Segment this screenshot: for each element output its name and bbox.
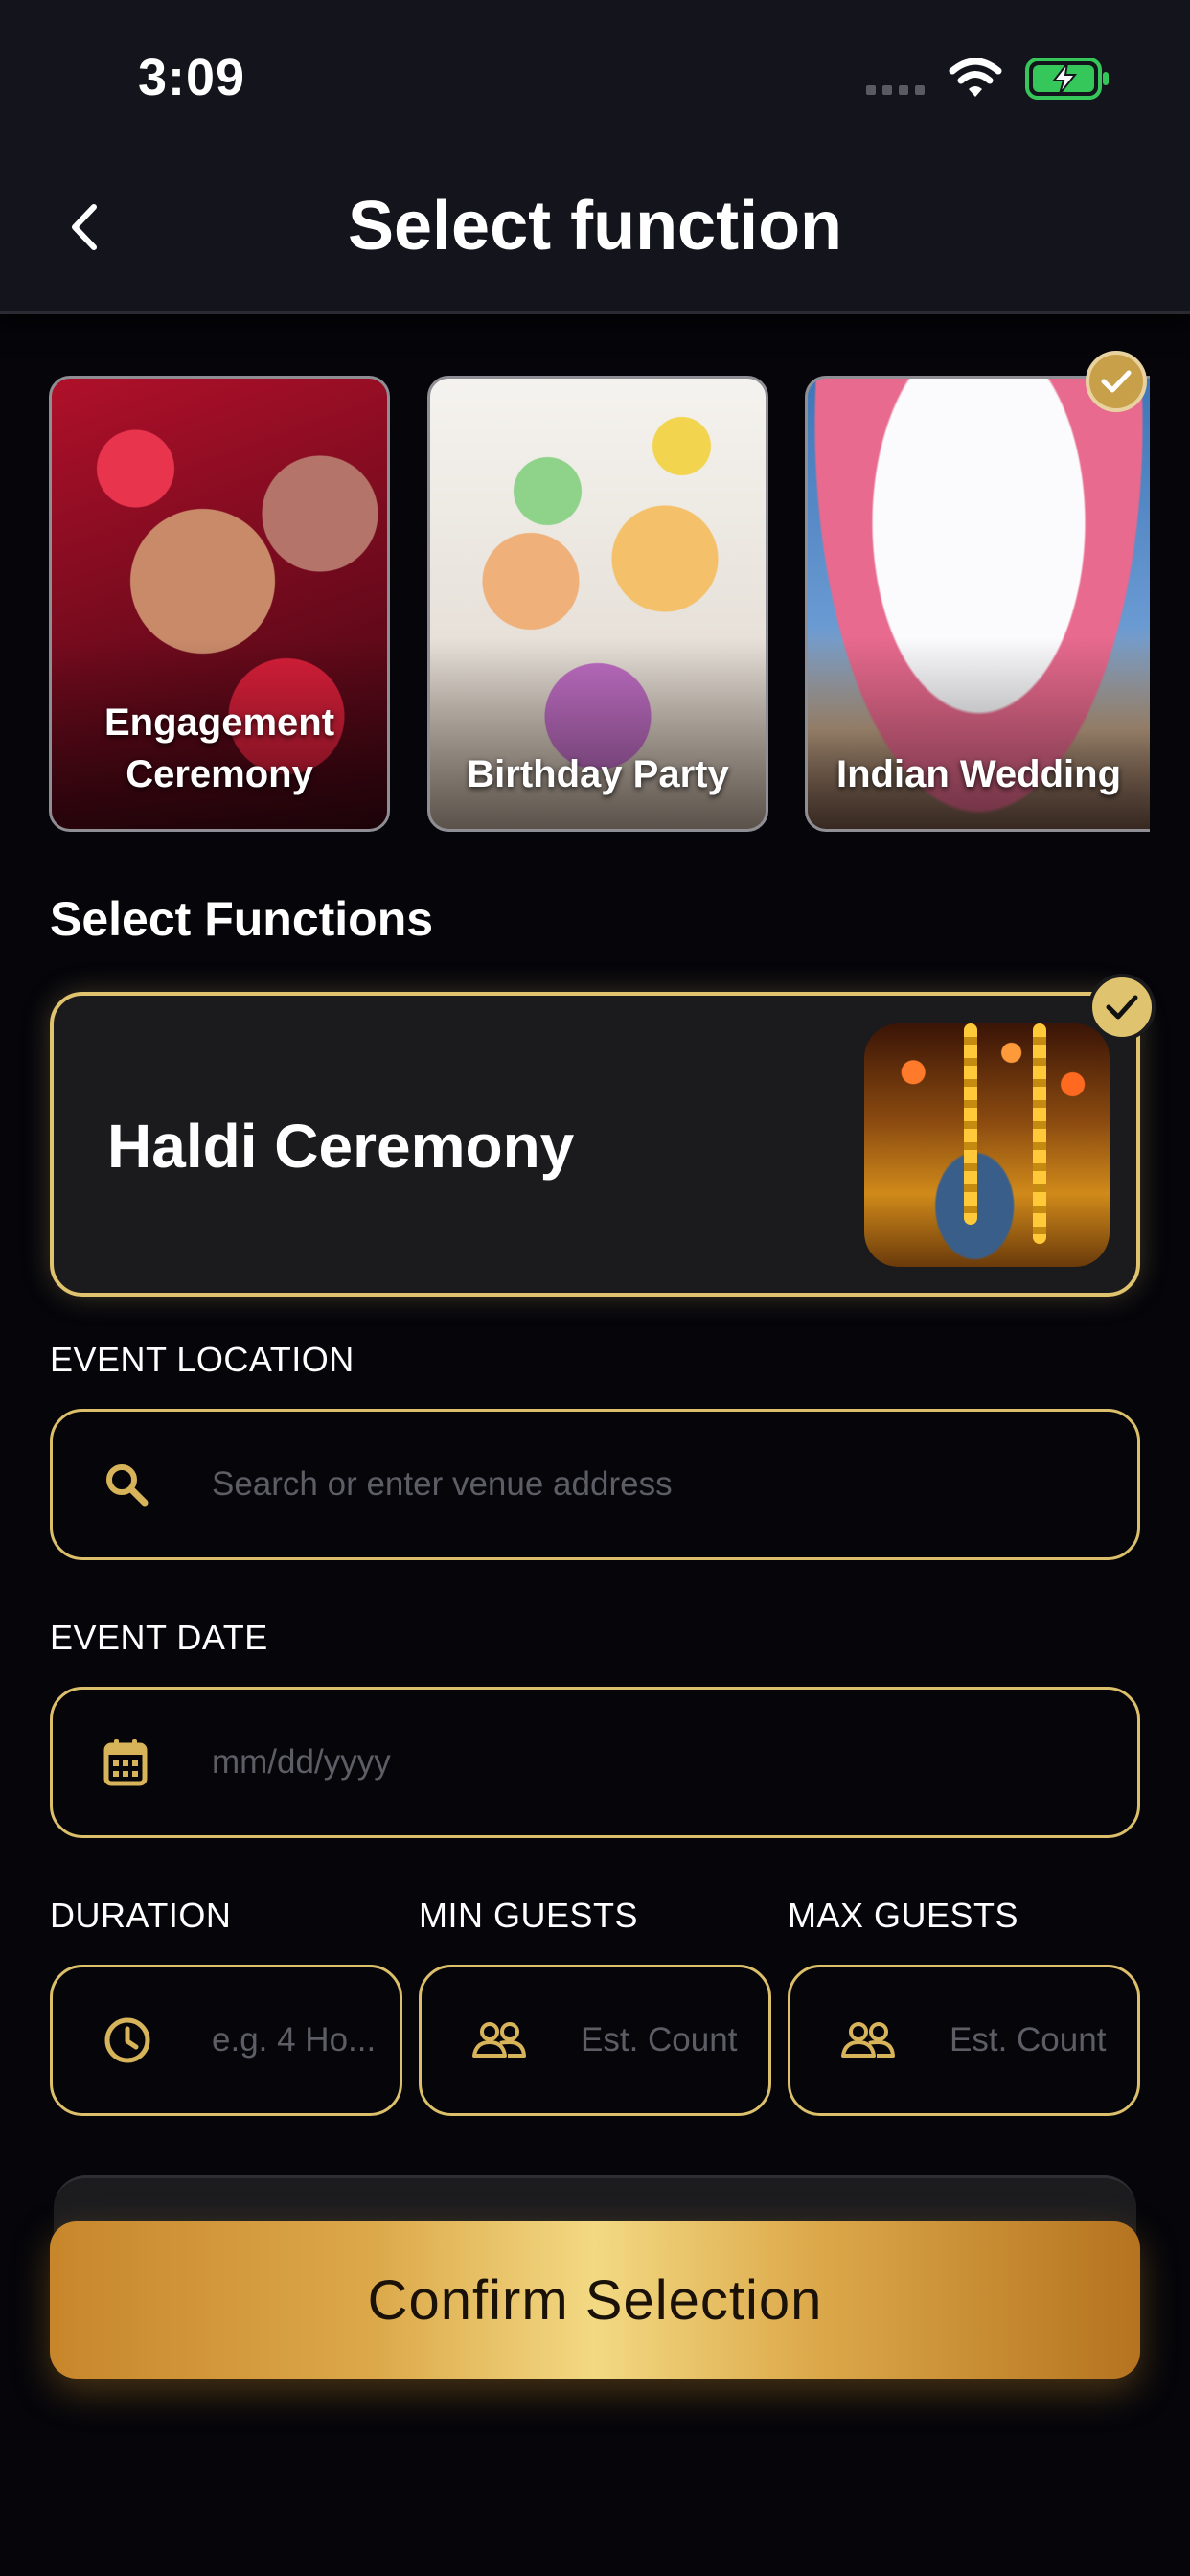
category-selected-check-icon <box>1086 351 1147 412</box>
function-thumbnail <box>864 1024 1110 1267</box>
min-guests-label: MIN GUESTS <box>419 1896 639 1935</box>
event-date-input[interactable]: mm/dd/yyyy <box>50 1687 1140 1838</box>
section-title: Select Functions <box>50 892 434 946</box>
category-carousel[interactable]: Engagement Ceremony Birthday Party India… <box>0 374 1190 834</box>
function-name: Haldi Ceremony <box>107 1112 575 1181</box>
duration-input[interactable]: e.g. 4 Ho... <box>50 1965 402 2116</box>
max-guests-label: MAX GUESTS <box>788 1896 1019 1935</box>
clock-icon <box>104 2017 150 2063</box>
category-card-engagement[interactable]: Engagement Ceremony <box>49 376 390 832</box>
max-guests-input[interactable]: Est. Count <box>788 1965 1140 2116</box>
event-location-label: EVENT LOCATION <box>50 1340 355 1379</box>
event-location-placeholder: Search or enter venue address <box>212 1465 673 1503</box>
max-guests-placeholder: Est. Count <box>950 2021 1107 2058</box>
confirm-selection-button[interactable]: Confirm Selection <box>50 2221 1140 2379</box>
card-overlay <box>808 637 1150 829</box>
duration-label: DURATION <box>50 1896 232 1935</box>
min-guests-input[interactable]: Est. Count <box>419 1965 771 2116</box>
search-icon <box>106 1464 149 1506</box>
calendar-icon <box>103 1739 148 1786</box>
event-date-placeholder: mm/dd/yyyy <box>212 1743 391 1781</box>
event-date-label: EVENT DATE <box>50 1618 268 1657</box>
category-label: Engagement Ceremony <box>103 702 335 795</box>
status-time: 3:09 <box>138 49 246 106</box>
duration-placeholder: e.g. 4 Ho... <box>212 2021 377 2058</box>
category-label: Indian Wedding <box>835 753 1121 795</box>
category-card-birthday[interactable]: Birthday Party <box>427 376 768 832</box>
battery-charging-icon <box>1025 58 1109 100</box>
people-icon <box>472 2022 526 2058</box>
function-card-selected[interactable]: Haldi Ceremony <box>50 992 1140 1297</box>
min-guests-placeholder: Est. Count <box>581 2021 738 2058</box>
category-card-wedding[interactable]: Indian Wedding <box>805 376 1150 832</box>
event-location-input[interactable]: Search or enter venue address <box>50 1409 1140 1560</box>
page-title: Select function <box>347 188 843 264</box>
wifi-icon <box>949 58 1002 97</box>
cellular-signal-icon <box>866 85 925 95</box>
function-selected-check-icon <box>1088 974 1156 1041</box>
category-label: Birthday Party <box>467 753 729 795</box>
app-header: 3:09 Select function <box>0 0 1190 314</box>
people-icon <box>841 2022 895 2058</box>
card-overlay <box>430 637 766 829</box>
